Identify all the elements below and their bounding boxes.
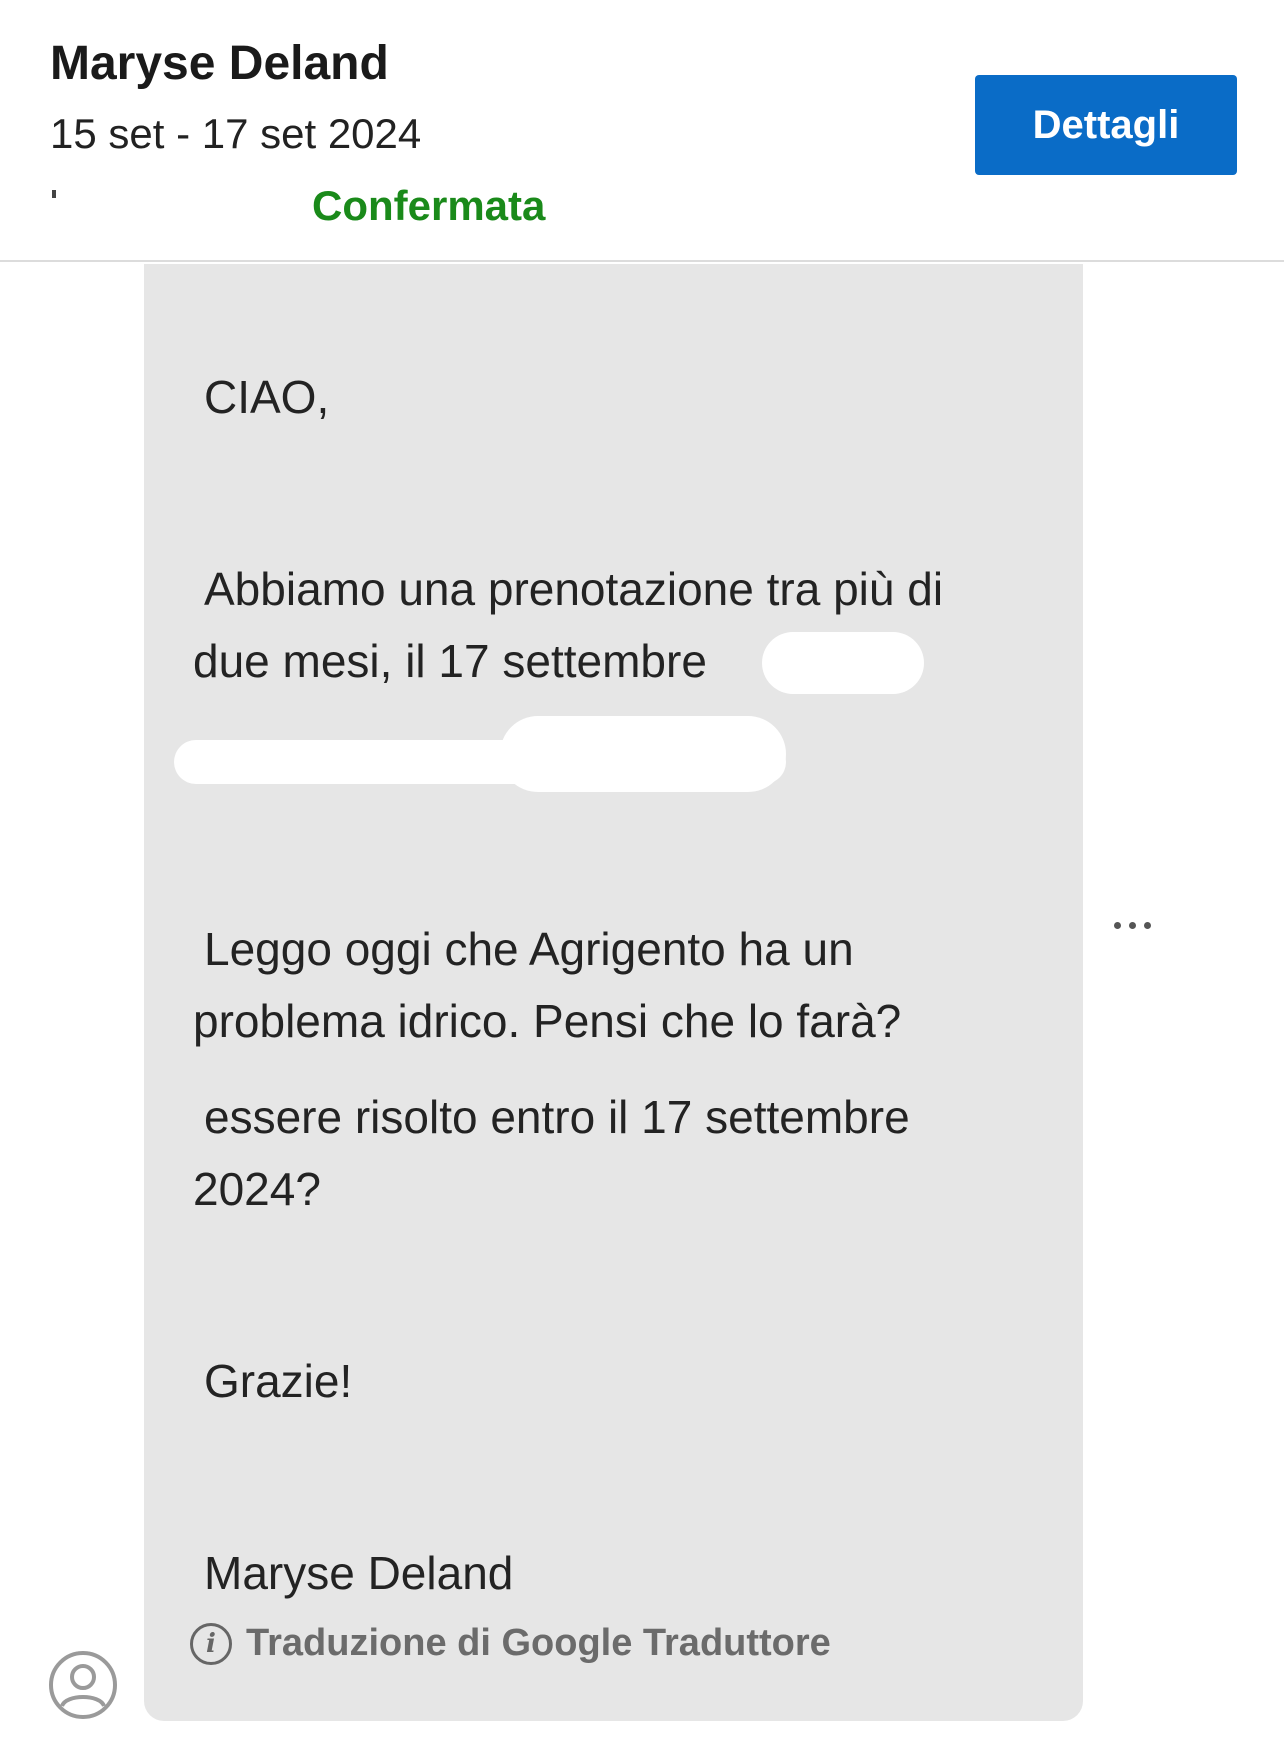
redaction-mark <box>500 716 786 792</box>
more-horizontal-icon <box>1143 921 1151 929</box>
message-line: Leggo oggi che Agrigento ha un <box>204 923 854 975</box>
message-line: 2024? <box>193 1163 321 1215</box>
message-bubble <box>144 264 1083 1721</box>
reservation-status: Confermata <box>312 182 546 229</box>
more-horizontal-icon <box>1113 921 1121 929</box>
message-line: problema idrico. Pensi che lo farà? <box>193 995 902 1047</box>
message-line: due mesi, il 17 settembre <box>193 635 707 687</box>
details-button[interactable]: Dettagli <box>975 75 1237 175</box>
translation-text: Traduzione di Google Traduttore <box>246 1622 831 1664</box>
reservation-dates: 15 set - 17 set 2024 <box>50 110 422 157</box>
translation-note[interactable]: i Traduzione di Google Traduttore <box>190 1622 831 1665</box>
message-greeting: CIAO, <box>204 371 330 423</box>
user-avatar-icon[interactable] <box>48 1650 118 1720</box>
info-icon: i <box>190 1622 232 1665</box>
guest-name: Maryse Deland <box>50 37 389 90</box>
redacted-mark <box>52 190 56 198</box>
message-signature: Maryse Deland <box>204 1547 514 1599</box>
reservation-header: Maryse Deland 15 set - 17 set 2024 Confe… <box>0 0 1284 262</box>
more-options-button[interactable] <box>1100 905 1164 945</box>
message-line: essere risolto entro il 17 settembre <box>204 1091 910 1143</box>
more-horizontal-icon <box>1128 921 1136 929</box>
redaction-mark <box>762 632 924 694</box>
message-line: Abbiamo una prenotazione tra più di <box>204 563 944 615</box>
message-thanks: Grazie! <box>204 1355 353 1407</box>
